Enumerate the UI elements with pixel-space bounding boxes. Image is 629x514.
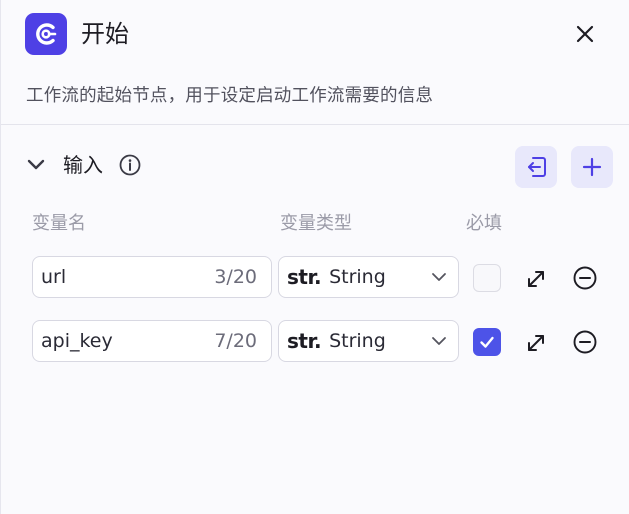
plus-icon: [582, 157, 602, 177]
info-icon[interactable]: [119, 154, 141, 176]
close-icon: [576, 25, 594, 43]
type-prefix: str.: [287, 265, 322, 289]
expand-icon[interactable]: [523, 330, 549, 356]
variable-name-value: api_key: [41, 330, 113, 352]
char-count: 3/20: [214, 266, 257, 288]
inputs-section-header: 输入: [1, 140, 629, 190]
add-variable-button[interactable]: [571, 146, 613, 188]
remove-icon[interactable]: [572, 329, 598, 355]
start-node-panel: 开始 工作流的起始节点，用于设定启动工作流需要的信息 输入 变量名 变量类型 必…: [0, 0, 629, 514]
variable-name-input[interactable]: url 3/20: [32, 256, 272, 298]
type-value: String: [329, 330, 386, 352]
import-variables-button[interactable]: [515, 146, 557, 188]
expand-icon[interactable]: [523, 266, 549, 292]
char-count: 7/20: [214, 330, 257, 352]
node-title: 开始: [81, 20, 129, 48]
column-header-type: 变量类型: [280, 213, 352, 234]
import-icon: [528, 157, 546, 177]
required-checkbox[interactable]: [473, 328, 501, 356]
check-icon: [480, 336, 494, 348]
variable-row: url 3/20 str. String: [1, 256, 629, 300]
column-header-required: 必填: [466, 213, 502, 234]
close-button[interactable]: [569, 18, 601, 50]
chevron-down-icon: [432, 337, 446, 345]
chevron-down-icon: [432, 273, 446, 281]
node-description: 工作流的起始节点，用于设定启动工作流需要的信息: [26, 86, 434, 106]
start-node-icon: [25, 13, 67, 55]
variable-name-input[interactable]: api_key 7/20: [32, 320, 272, 362]
remove-icon[interactable]: [572, 265, 598, 291]
type-prefix: str.: [287, 329, 322, 353]
variable-type-select[interactable]: str. String: [278, 320, 459, 362]
panel-header: 开始 工作流的起始节点，用于设定启动工作流需要的信息: [1, 0, 629, 125]
type-value: String: [329, 266, 386, 288]
inputs-section-title: 输入: [63, 153, 103, 177]
chevron-down-icon[interactable]: [25, 154, 47, 176]
column-header-name: 变量名: [32, 213, 86, 234]
variable-row: api_key 7/20 str. String: [1, 320, 629, 364]
required-checkbox[interactable]: [473, 264, 501, 292]
variable-type-select[interactable]: str. String: [278, 256, 459, 298]
variable-name-value: url: [41, 266, 67, 288]
